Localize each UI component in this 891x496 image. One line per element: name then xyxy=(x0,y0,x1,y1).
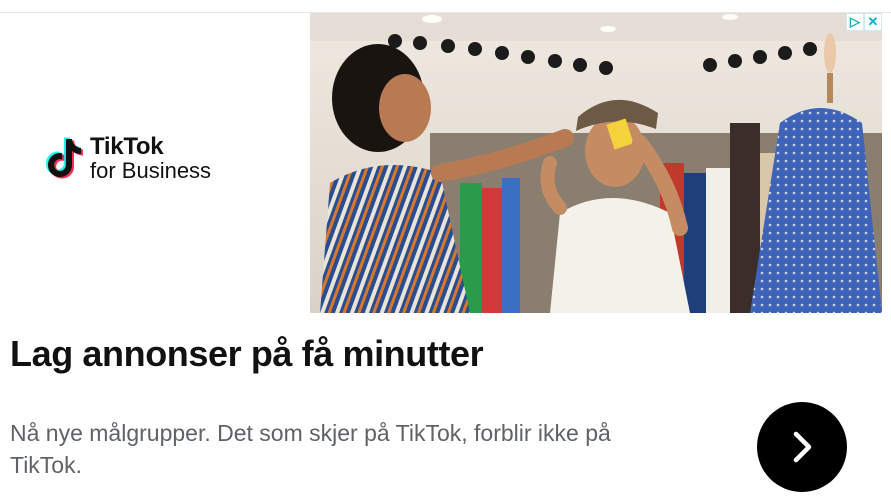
adchoices-triangle-icon[interactable]: ▷ xyxy=(846,13,864,31)
logo-subtitle: for Business xyxy=(90,157,212,183)
cta-button[interactable] xyxy=(757,402,847,492)
ad-body: Nå nye målgrupper. Det som skjer på TikT… xyxy=(10,420,611,478)
logo-brand: TikTok xyxy=(90,132,164,160)
hero-image[interactable]: ▷ ✕ xyxy=(310,13,882,313)
adchoices-controls[interactable]: ▷ ✕ xyxy=(846,13,882,31)
hero-photo-illustration xyxy=(310,13,882,313)
close-icon[interactable]: ✕ xyxy=(864,13,882,31)
ad-banner[interactable]: TikTok for Business ▷ ✕ Lag annonser på … xyxy=(0,13,882,496)
logo-panel: TikTok for Business xyxy=(0,13,310,313)
tiktok-business-logo[interactable]: TikTok for Business xyxy=(42,133,211,183)
chevron-right-icon xyxy=(793,431,812,463)
tiktok-note-icon xyxy=(46,137,83,179)
logo-wordmark: TikTok for Business xyxy=(90,132,212,183)
ad-headline[interactable]: Lag annonser på få minutter xyxy=(10,333,484,375)
